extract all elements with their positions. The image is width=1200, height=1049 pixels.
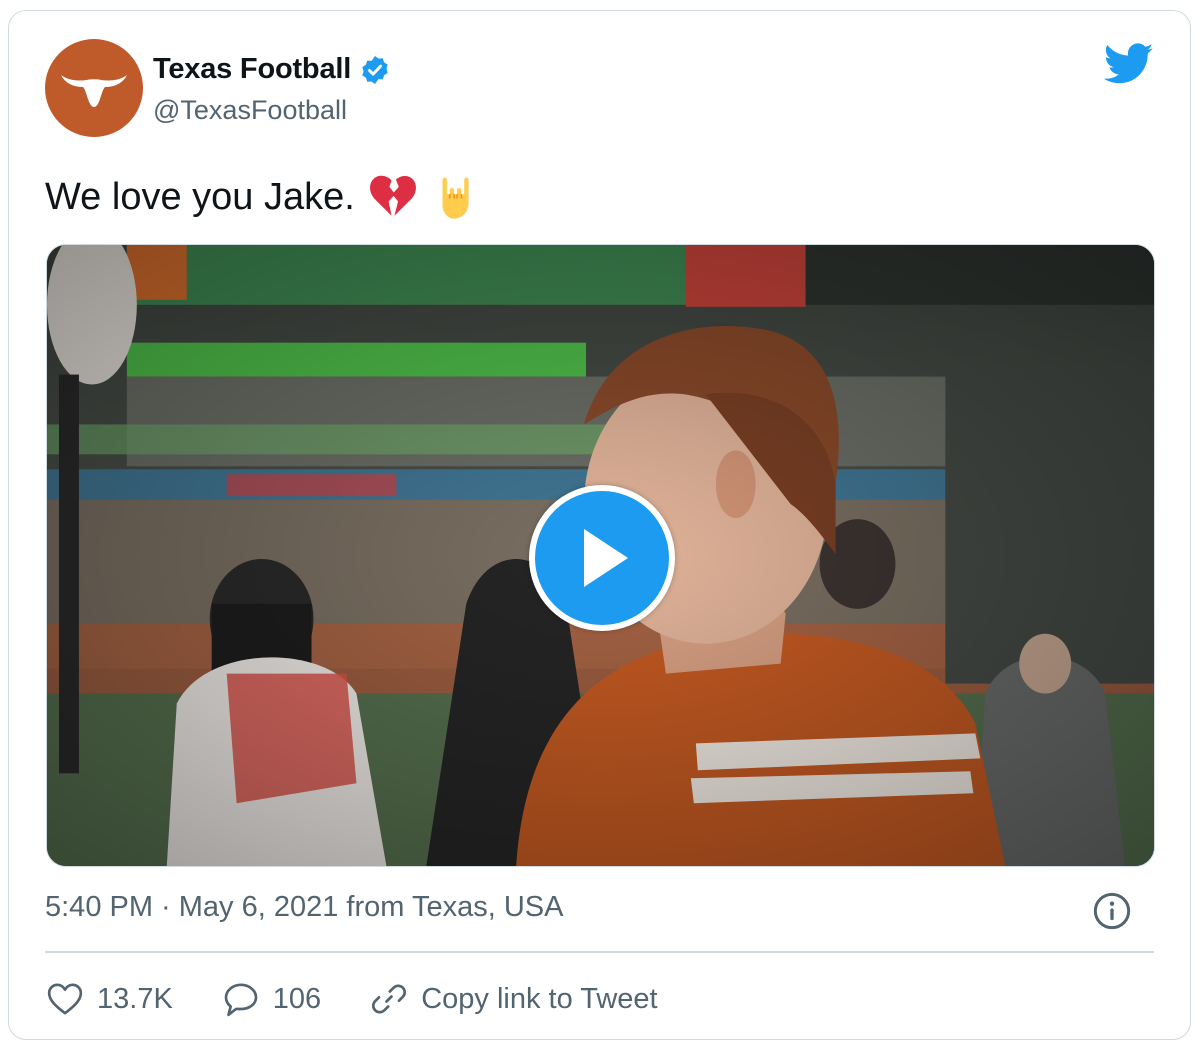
author-handle[interactable]: @TexasFootball <box>153 95 347 126</box>
broken-heart-icon <box>369 175 416 216</box>
reply-button[interactable]: 106 <box>221 979 321 1019</box>
like-button[interactable]: 13.7K <box>45 979 173 1019</box>
tweet-timestamp[interactable]: 5:40 PM · May 6, 2021 from Texas, USA <box>45 891 563 924</box>
author-name[interactable]: Texas Football <box>153 53 351 86</box>
video-player[interactable] <box>46 244 1155 867</box>
tweet-text: We love you Jake. <box>45 175 355 218</box>
reply-count: 106 <box>272 982 322 1015</box>
verified-badge-icon <box>362 55 388 84</box>
longhorn-logo <box>61 75 127 107</box>
tweet-card[interactable]: Texas Football @TexasFootball We love yo… <box>8 10 1191 1040</box>
like-count: 13.7K <box>97 982 173 1015</box>
play-icon <box>584 529 628 587</box>
heart-icon <box>47 983 83 1015</box>
copy-link-button[interactable]: Copy link to Tweet <box>369 979 658 1019</box>
info-icon[interactable] <box>1092 891 1132 931</box>
rock-on-hand-icon <box>442 177 469 219</box>
play-button[interactable] <box>529 485 675 631</box>
reply-bubble-icon <box>224 983 258 1017</box>
action-bar: 13.7K 106 Copy link to Tweet <box>45 977 706 1021</box>
twitter-bird-icon[interactable] <box>1104 43 1154 85</box>
divider <box>45 951 1154 953</box>
link-icon <box>372 984 407 1014</box>
copy-link-label: Copy link to Tweet <box>421 982 658 1015</box>
avatar[interactable] <box>45 39 143 137</box>
tweet-text-row: We love you Jake. <box>45 171 483 223</box>
